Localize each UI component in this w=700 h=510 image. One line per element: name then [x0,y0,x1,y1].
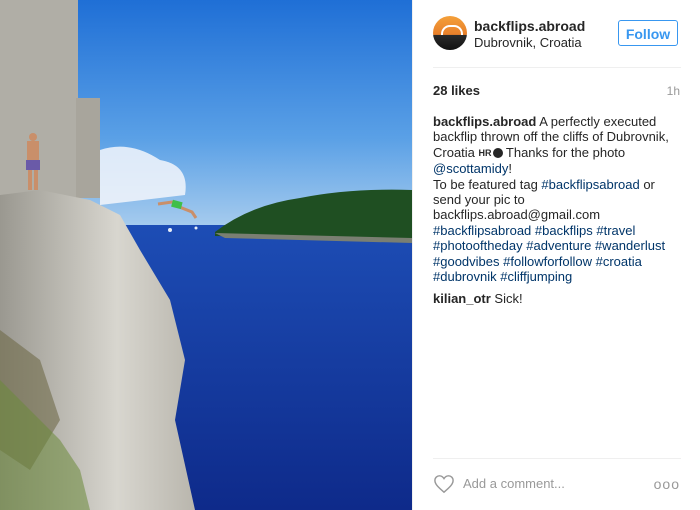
likes-count[interactable]: 28 likes [433,83,480,98]
hashtag-link[interactable]: #backflips [535,223,593,238]
comment-item: kilian_otr Sick! [433,291,523,306]
heart-icon[interactable] [433,474,455,494]
hashtag-link[interactable]: #adventure [526,238,591,253]
divider [433,67,681,68]
hashtag-link[interactable]: #backflipsabroad [541,177,639,192]
divider [433,458,681,459]
hashtag-link[interactable]: #dubrovnik [433,269,497,284]
post-container: backflips.abroad Dubrovnik, Croatia Foll… [0,0,700,510]
caption-text-2: Thanks for the photo [502,144,626,160]
more-options-icon[interactable]: ooo [654,476,680,492]
hashtag-link[interactable]: #wanderlust [595,238,665,253]
post-time[interactable]: 1h [667,84,680,98]
post-side-panel: backflips.abroad Dubrovnik, Croatia Foll… [412,0,700,510]
location-link[interactable]: Dubrovnik, Croatia [474,35,582,50]
mention-link[interactable]: @scottamidy [433,161,508,176]
post-photo[interactable] [0,0,412,510]
post-caption: backflips.abroad A perfectly executed ba… [433,114,683,284]
post-header: backflips.abroad Dubrovnik, Croatia Foll… [433,16,681,52]
avatar[interactable] [433,16,467,50]
hashtag-link[interactable]: #goodvibes [433,254,500,269]
hashtag-link[interactable]: #croatia [596,254,642,269]
avatar-logo-icon [441,25,463,35]
caption-author[interactable]: backflips.abroad [433,114,536,129]
globe-icon [492,147,503,158]
hashtag-link[interactable]: #photooftheday [433,238,523,253]
comment-text: Sick! [494,291,523,306]
hashtag-link[interactable]: #followforfollow [503,254,592,269]
croatia-flag-icon: HR [478,147,492,158]
username-link[interactable]: backflips.abroad [474,18,585,34]
hashtag-link[interactable]: #cliffjumping [500,269,572,284]
comment-author[interactable]: kilian_otr [433,291,491,306]
follow-button[interactable]: Follow [618,20,678,46]
caption-text-4: To be featured tag [433,176,542,192]
caption-text-3: ! [508,161,512,177]
add-comment-input[interactable]: Add a comment... [463,476,565,491]
hashtag-link[interactable]: #travel [596,223,635,238]
cliff-dive-photo [0,0,412,510]
hashtag-link[interactable]: #backflipsabroad [433,223,531,238]
